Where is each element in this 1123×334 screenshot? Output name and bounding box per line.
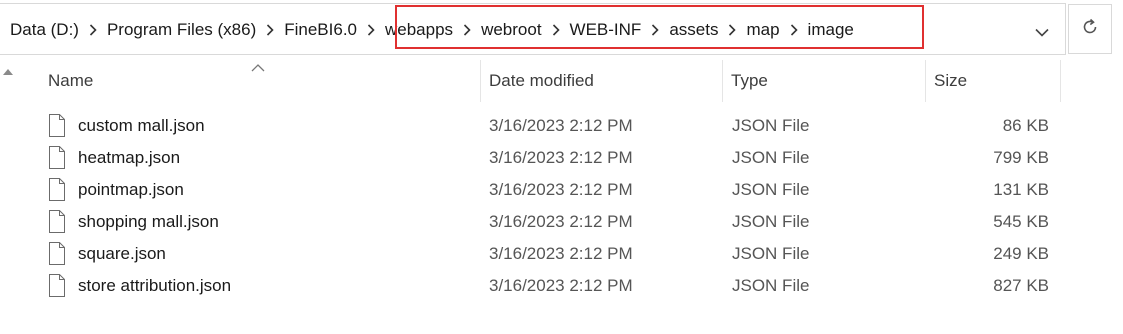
column-header-date[interactable]: Date modified bbox=[481, 60, 722, 102]
chevron-right-icon[interactable] bbox=[641, 24, 669, 36]
breadcrumb-item-drive[interactable]: Data (D:) bbox=[10, 20, 79, 40]
breadcrumb-item-program-files[interactable]: Program Files (x86) bbox=[107, 20, 256, 40]
file-name[interactable]: pointmap.json bbox=[78, 174, 184, 206]
breadcrumb-item-image[interactable]: image bbox=[808, 20, 854, 40]
breadcrumb-items: Data (D:) Program Files (x86) FineBI6.0 … bbox=[10, 4, 854, 56]
table-row[interactable]: pointmap.json 3/16/2023 2:12 PM JSON Fil… bbox=[0, 174, 1123, 206]
sort-up-icon bbox=[251, 59, 265, 77]
file-icon bbox=[48, 242, 66, 265]
file-size: 827 KB bbox=[993, 276, 1049, 295]
breadcrumb-item-finebi[interactable]: FineBI6.0 bbox=[284, 20, 357, 40]
breadcrumb-item-webroot[interactable]: webroot bbox=[481, 20, 541, 40]
breadcrumb[interactable]: Data (D:) Program Files (x86) FineBI6.0 … bbox=[0, 3, 1066, 55]
address-bar: Data (D:) Program Files (x86) FineBI6.0 … bbox=[0, 0, 1123, 58]
address-dropdown-button[interactable] bbox=[1028, 16, 1056, 50]
breadcrumb-item-webapps[interactable]: webapps bbox=[385, 20, 453, 40]
file-type: JSON File bbox=[732, 276, 810, 295]
file-name[interactable]: shopping mall.json bbox=[78, 206, 219, 238]
file-size: 131 KB bbox=[993, 180, 1049, 199]
breadcrumb-item-assets[interactable]: assets bbox=[669, 20, 718, 40]
file-type: JSON File bbox=[732, 212, 810, 231]
chevron-down-icon bbox=[1035, 24, 1049, 42]
refresh-icon bbox=[1081, 18, 1099, 41]
breadcrumb-item-map[interactable]: map bbox=[746, 20, 779, 40]
table-row[interactable]: store attribution.json 3/16/2023 2:12 PM… bbox=[0, 270, 1123, 302]
file-icon bbox=[48, 114, 66, 137]
file-name[interactable]: square.json bbox=[78, 238, 166, 270]
file-name[interactable]: store attribution.json bbox=[78, 270, 231, 302]
file-icon bbox=[48, 146, 66, 169]
chevron-right-icon[interactable] bbox=[542, 24, 570, 36]
table-row[interactable]: shopping mall.json 3/16/2023 2:12 PM JSO… bbox=[0, 206, 1123, 238]
table-row[interactable]: custom mall.json 3/16/2023 2:12 PM JSON … bbox=[0, 110, 1123, 142]
file-date: 3/16/2023 2:12 PM bbox=[489, 244, 633, 263]
file-type: JSON File bbox=[732, 244, 810, 263]
file-name[interactable]: custom mall.json bbox=[78, 110, 205, 142]
file-date: 3/16/2023 2:12 PM bbox=[489, 180, 633, 199]
table-row[interactable]: square.json 3/16/2023 2:12 PM JSON File … bbox=[0, 238, 1123, 270]
chevron-right-icon[interactable] bbox=[718, 24, 746, 36]
file-size: 799 KB bbox=[993, 148, 1049, 167]
file-size: 86 KB bbox=[1002, 116, 1049, 135]
file-list: custom mall.json 3/16/2023 2:12 PM JSON … bbox=[0, 110, 1123, 302]
column-header-row: Name Date modified Type Size bbox=[0, 60, 1123, 102]
table-row[interactable]: heatmap.json 3/16/2023 2:12 PM JSON File… bbox=[0, 142, 1123, 174]
file-icon bbox=[48, 178, 66, 201]
file-date: 3/16/2023 2:12 PM bbox=[489, 276, 633, 295]
chevron-right-icon[interactable] bbox=[453, 24, 481, 36]
file-type: JSON File bbox=[732, 116, 810, 135]
file-icon bbox=[48, 274, 66, 297]
column-header-size[interactable]: Size bbox=[926, 60, 1060, 102]
file-size: 545 KB bbox=[993, 212, 1049, 231]
chevron-right-icon[interactable] bbox=[357, 24, 385, 36]
file-date: 3/16/2023 2:12 PM bbox=[489, 116, 633, 135]
chevron-right-icon[interactable] bbox=[256, 24, 284, 36]
chevron-right-icon[interactable] bbox=[79, 24, 107, 36]
file-name[interactable]: heatmap.json bbox=[78, 142, 180, 174]
refresh-button[interactable] bbox=[1068, 4, 1112, 54]
file-size: 249 KB bbox=[993, 244, 1049, 263]
chevron-right-icon[interactable] bbox=[780, 24, 808, 36]
file-icon bbox=[48, 210, 66, 233]
file-type: JSON File bbox=[732, 148, 810, 167]
file-date: 3/16/2023 2:12 PM bbox=[489, 212, 633, 231]
file-type: JSON File bbox=[732, 180, 810, 199]
breadcrumb-item-web-inf[interactable]: WEB-INF bbox=[570, 20, 642, 40]
column-header-type[interactable]: Type bbox=[723, 60, 925, 102]
column-divider[interactable] bbox=[1060, 60, 1061, 102]
file-date: 3/16/2023 2:12 PM bbox=[489, 148, 633, 167]
